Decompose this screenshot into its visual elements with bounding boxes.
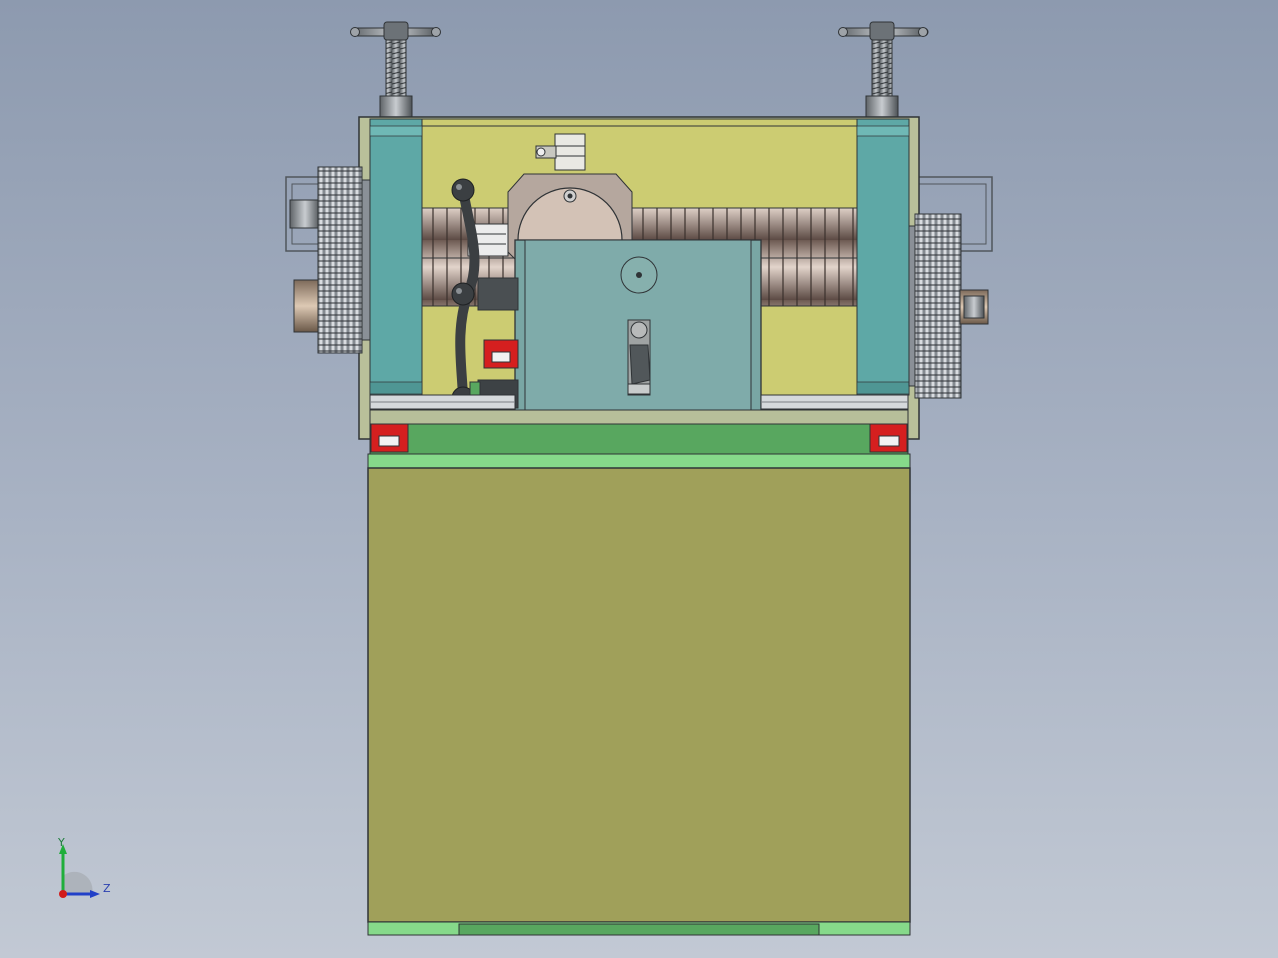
y-axis-label: Y [58,836,65,849]
right-gear [914,213,962,399]
cad-viewport[interactable]: Y Z [0,0,1278,958]
green-plate [369,423,909,455]
left-gear [317,166,363,354]
shaft-hub [477,277,519,311]
green-strip-top [367,453,911,469]
rail-plate [369,409,909,425]
left-side-column [369,118,423,396]
top-bracket [554,133,586,171]
z-axis-label: Z [103,882,111,895]
top-screw-left [350,21,441,119]
left-hub [293,279,321,333]
right-side-column [856,118,910,396]
machine-model[interactable] [0,0,1278,958]
coordinate-triad: Y Z [48,836,128,906]
top-screw-right [838,21,929,119]
base-cabinet [367,467,911,923]
